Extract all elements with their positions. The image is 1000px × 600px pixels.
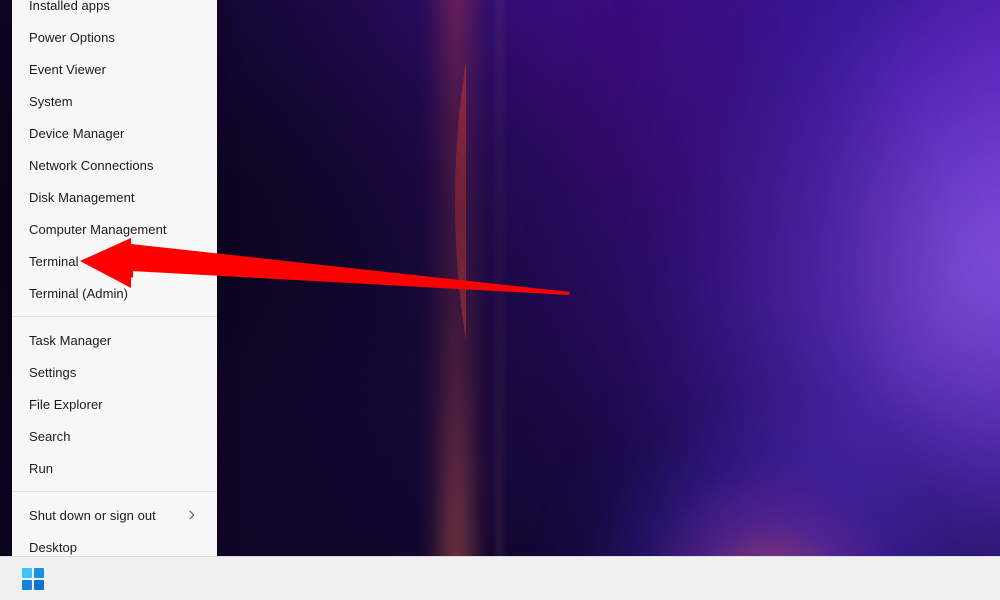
menu-item-label: Device Manager — [29, 125, 125, 141]
chevron-right-icon — [187, 510, 197, 520]
windows-logo-tile-3 — [22, 579, 32, 590]
menu-item-network-connections[interactable]: Network Connections — [12, 149, 217, 181]
screen: Installed apps Power Options Event Viewe… — [0, 0, 1000, 600]
menu-item-search[interactable]: Search — [12, 420, 217, 452]
menu-item-label: Installed apps — [29, 0, 110, 13]
menu-item-label: Event Viewer — [29, 61, 106, 77]
menu-item-device-manager[interactable]: Device Manager — [12, 117, 217, 149]
menu-item-label: Terminal — [29, 253, 79, 269]
menu-item-label: File Explorer — [29, 396, 103, 412]
menu-item-label: Terminal (Admin) — [29, 285, 129, 301]
menu-item-label: Disk Management — [29, 189, 135, 205]
menu-item-label: Settings — [29, 364, 77, 380]
menu-item-terminal[interactable]: Terminal — [12, 245, 217, 277]
menu-separator — [12, 316, 217, 317]
menu-item-label: Shut down or sign out — [29, 507, 156, 523]
menu-item-label: Task Manager — [29, 332, 112, 348]
menu-separator — [12, 491, 217, 492]
menu-item-file-explorer[interactable]: File Explorer — [12, 388, 217, 420]
windows-logo-tile-2 — [34, 567, 44, 578]
menu-item-label: Computer Management — [29, 221, 167, 237]
taskbar[interactable] — [0, 556, 1000, 600]
menu-item-computer-management[interactable]: Computer Management — [12, 213, 217, 245]
menu-item-installed-apps[interactable]: Installed apps — [12, 0, 217, 21]
menu-group-utilities: Task Manager Settings File Explorer Sear… — [12, 319, 217, 489]
menu-item-task-manager[interactable]: Task Manager — [12, 324, 217, 356]
windows-logo-tile-1 — [22, 567, 32, 578]
menu-item-label: Run — [29, 460, 53, 476]
menu-item-label: Power Options — [29, 29, 115, 45]
menu-item-terminal-admin[interactable]: Terminal (Admin) — [12, 277, 217, 309]
menu-item-shut-down-or-sign-out[interactable]: Shut down or sign out — [12, 499, 217, 531]
menu-item-label: Search — [29, 428, 71, 444]
menu-item-settings[interactable]: Settings — [12, 356, 217, 388]
start-button[interactable] — [13, 559, 53, 599]
windows-logo-tile-4 — [34, 579, 44, 590]
menu-item-power-options[interactable]: Power Options — [12, 21, 217, 53]
menu-group-system-tools: Installed apps Power Options Event Viewe… — [12, 0, 217, 314]
windows-logo-icon — [22, 567, 44, 590]
menu-item-label: Desktop — [29, 539, 78, 555]
menu-item-system[interactable]: System — [12, 85, 217, 117]
menu-item-event-viewer[interactable]: Event Viewer — [12, 53, 217, 85]
menu-item-label: System — [29, 93, 73, 109]
menu-item-label: Network Connections — [29, 157, 154, 173]
menu-item-disk-management[interactable]: Disk Management — [12, 181, 217, 213]
winx-power-user-menu[interactable]: Installed apps Power Options Event Viewe… — [12, 0, 217, 574]
menu-item-run[interactable]: Run — [12, 452, 217, 484]
